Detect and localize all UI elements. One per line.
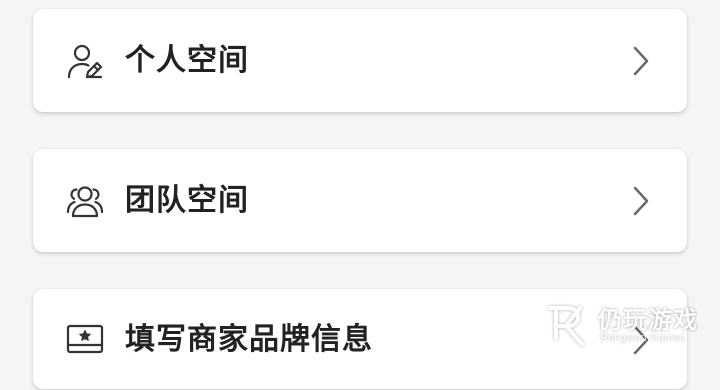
menu-item-label: 个人空间 — [125, 42, 249, 78]
watermark: 仍玩游戏 Rengwan Games — [544, 296, 704, 356]
menu-item-label: 填写商家品牌信息 — [125, 322, 373, 357]
menu-item-content: 团队空间 — [33, 149, 687, 252]
menu-item-personal-space[interactable]: 个人空间 — [33, 9, 687, 112]
menu-item-label: 团队空间 — [125, 182, 249, 218]
watermark-title: 仍玩游戏 — [598, 306, 698, 334]
rengwan-logo-icon — [544, 302, 592, 350]
chevron-right-icon — [631, 46, 651, 76]
brand-card-icon — [65, 320, 105, 360]
chevron-right-icon — [631, 186, 651, 216]
watermark-subtitle: Rengwan Games — [600, 332, 685, 344]
menu-item-content: 个人空间 — [33, 9, 687, 112]
team-icon — [65, 181, 105, 221]
menu-item-team-space[interactable]: 团队空间 — [33, 149, 687, 252]
user-edit-icon — [65, 41, 105, 81]
